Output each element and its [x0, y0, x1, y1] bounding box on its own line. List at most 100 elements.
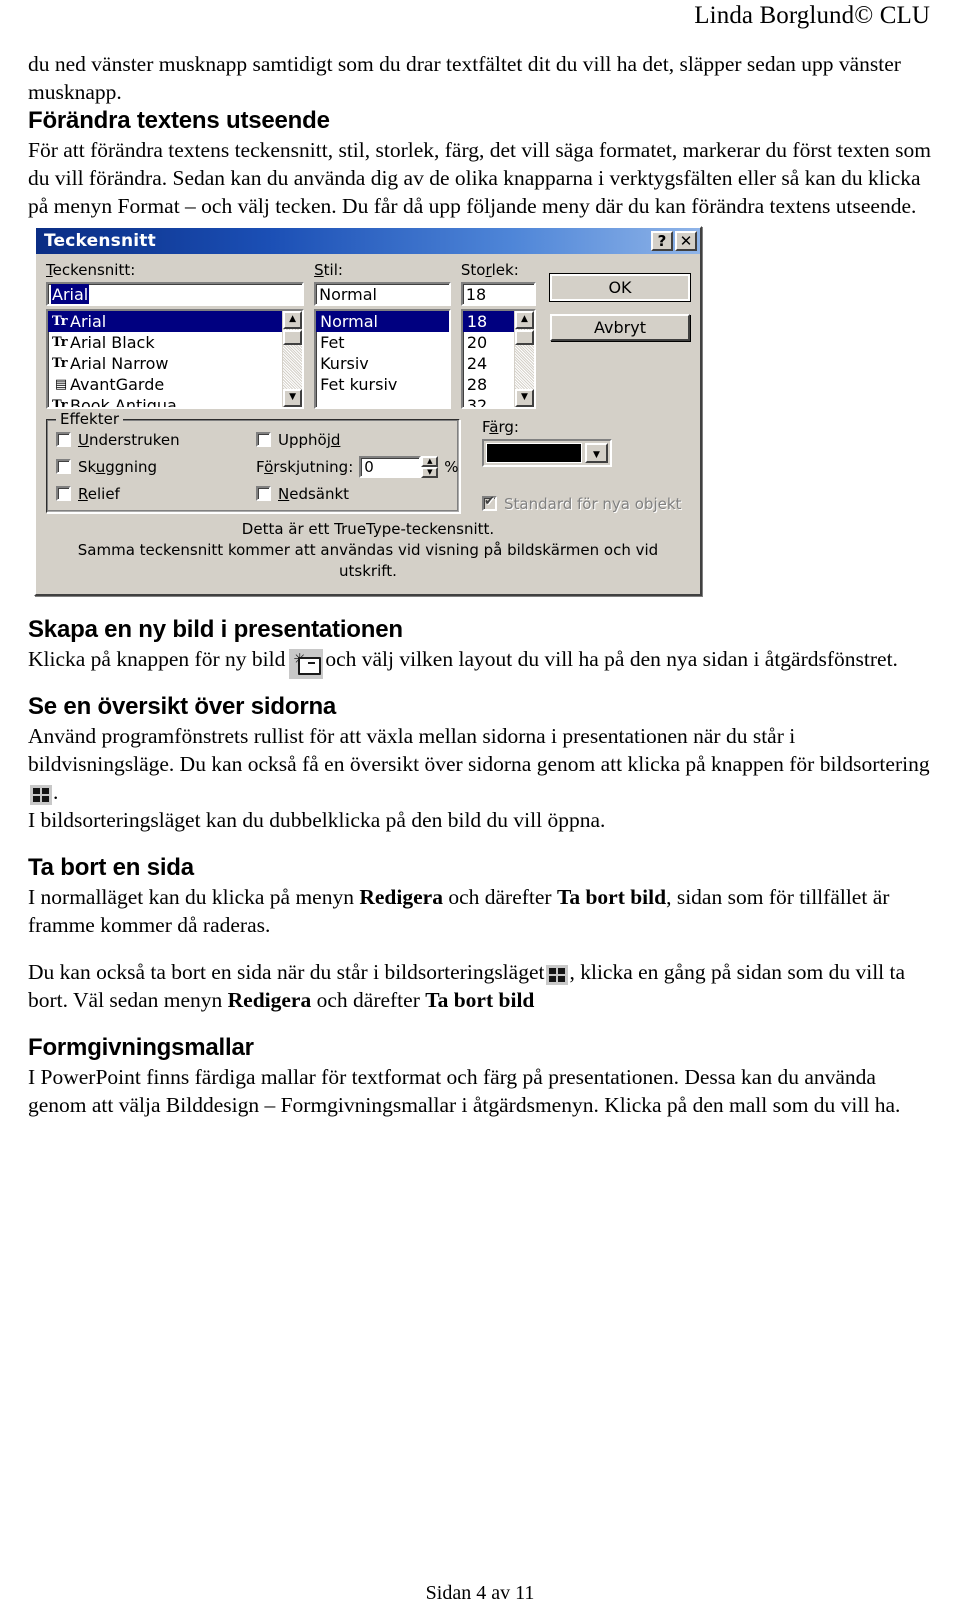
label-rest: ggning	[105, 457, 158, 476]
list-item[interactable]: 20	[463, 332, 514, 353]
list-item[interactable]: 32	[463, 395, 514, 407]
truetype-icon: Tr	[52, 313, 68, 329]
offset-input[interactable]: 0	[359, 455, 422, 478]
new-slide-icon[interactable]: ✳	[289, 648, 324, 679]
scrollbar-track[interactable]	[515, 345, 534, 389]
spinner-down-icon[interactable]: ▼	[421, 466, 439, 478]
tabort-p1-a: I normalläget kan du klicka på menyn	[28, 884, 360, 909]
size-input-value: 18	[465, 284, 487, 304]
checkbox-label: Nedsänkt	[278, 485, 349, 503]
document-footer: Sidan 4 av 11	[0, 1582, 960, 1605]
slide-sorter-icon[interactable]	[30, 785, 52, 806]
style-label-accel: S	[314, 260, 324, 279]
accel-char: N	[278, 484, 290, 503]
style-label-rest: til:	[323, 260, 343, 279]
checkbox-relief[interactable]: Relief	[56, 485, 256, 503]
list-item[interactable]: Tr Arial Black	[48, 332, 282, 353]
size-listbox[interactable]: 18 20 24 28 32 ▲ ▼	[460, 308, 536, 409]
ok-button[interactable]: OK	[549, 272, 691, 302]
paragraph-bildsorteringslaget: I bildsorteringsläget kan du dubbelklick…	[28, 807, 606, 832]
spinner-up-icon[interactable]: ▲	[421, 455, 439, 467]
style-label: Stil:	[314, 260, 451, 279]
style-input[interactable]: Normal	[314, 281, 451, 306]
effects-group: Effekter Understruken Upphöjd Skuggning …	[46, 410, 460, 513]
font-item-label: Arial Narrow	[70, 353, 169, 373]
color-dropdown[interactable]: ▼	[482, 438, 612, 467]
sorter-cell	[42, 796, 49, 803]
close-icon[interactable]: ✕	[675, 230, 697, 251]
sorter-cell	[558, 968, 566, 975]
checkbox-standard-for-nya-objekt[interactable]: Standard för nya objekt	[482, 494, 682, 513]
help-button[interactable]: ?	[651, 230, 673, 251]
menu-redigera: Redigera	[227, 987, 312, 1012]
scroll-up-icon[interactable]: ▲	[283, 310, 303, 329]
font-item-label: Arial	[70, 311, 107, 331]
dialog-titlebar[interactable]: Teckensnitt ? ✕	[36, 227, 700, 254]
list-item[interactable]: Tr Arial	[48, 310, 283, 332]
list-item[interactable]: ▤ AvantGarde	[48, 374, 282, 395]
list-item[interactable]: Normal	[316, 310, 449, 332]
chevron-down-icon[interactable]: ▼	[585, 442, 608, 463]
checkbox-understruken[interactable]: Understruken	[56, 431, 256, 449]
oversikt-text-part2: .	[53, 779, 59, 804]
checkbox-upphojd[interactable]: Upphöjd	[256, 431, 459, 449]
list-item[interactable]: 24	[463, 353, 514, 374]
font-input[interactable]: Arial	[46, 281, 305, 306]
list-item[interactable]: Fet	[316, 332, 449, 353]
font-label: Teckensnitt:	[46, 260, 304, 279]
size-list-scrollbar[interactable]: ▲ ▼	[514, 310, 534, 407]
font-item-label: Arial Black	[70, 332, 155, 352]
style-input-value: Normal	[319, 284, 377, 304]
font-label-accel: T	[46, 260, 53, 279]
effects-grid: Understruken Upphöjd Skuggning Förskjutn…	[56, 431, 459, 503]
size-input[interactable]: 18	[460, 281, 536, 306]
dialog-footer-line1: Detta är ett TrueType-teckensnitt.	[241, 519, 495, 538]
list-item[interactable]: Tr Book Antiqua	[48, 395, 282, 407]
list-item[interactable]: 18	[462, 310, 514, 332]
color-column: Färg: ▼ Standard för nya objekt	[482, 418, 682, 513]
checkbox-nedsankt[interactable]: Nedsänkt	[256, 485, 459, 503]
color-label: Färg:	[482, 418, 682, 436]
label-rest: edsänkt	[289, 484, 350, 503]
size-column: Storlek: 18 18 20 24 28 32 ▲ ▼	[460, 261, 536, 409]
scroll-down-icon[interactable]: ▼	[283, 388, 303, 407]
offset-field[interactable]: Förskjutning: 0 ▲ ▼ %	[256, 455, 459, 478]
offset-label: Förskjutning:	[256, 458, 353, 476]
menu-ta-bort-bild: Ta bort bild	[556, 884, 667, 909]
tabort-p1-b: och därefter	[442, 884, 557, 909]
scroll-down-icon[interactable]: ▼	[515, 388, 534, 407]
checkbox-box	[482, 494, 497, 511]
list-item[interactable]: Tr Arial Narrow	[48, 353, 282, 374]
checkbox-skuggning[interactable]: Skuggning	[56, 456, 256, 478]
font-column: Teckensnitt: Arial Tr Arial Tr Arial Black…	[46, 260, 305, 409]
checkbox-box	[56, 432, 71, 447]
checkbox-label: Relief	[78, 485, 120, 503]
scrollbar-thumb[interactable]	[283, 329, 303, 345]
offset-spinner[interactable]: ▲ ▼	[421, 455, 439, 478]
font-list-scrollbar[interactable]: ▲ ▼	[282, 310, 303, 407]
slide-rect	[298, 656, 322, 675]
printer-font-icon: ▤	[54, 376, 68, 392]
heading-skapa-en-ny-bild: Skapa en ny bild i presentationen	[28, 615, 403, 643]
heading-se-en-oversikt: Se en översikt över sidorna	[28, 692, 337, 720]
scroll-up-icon[interactable]: ▲	[515, 310, 534, 329]
slide-line	[308, 661, 316, 664]
list-item[interactable]: 28	[463, 374, 514, 395]
font-dialog: Teckensnitt ? ✕ Teckensnitt: Arial Tr Ari…	[34, 225, 702, 596]
checkbox-box	[56, 459, 71, 474]
font-listbox[interactable]: Tr Arial Tr Arial Black Tr Arial Narrow ▤ Av…	[46, 308, 305, 409]
effects-group-label: Effekter	[56, 410, 124, 428]
scrollbar-thumb[interactable]	[515, 329, 534, 345]
document-page: Linda Borglund© CLU du ned vänster muskn…	[0, 0, 960, 1619]
style-listbox[interactable]: Normal Fet Kursiv Fet kursiv	[314, 308, 451, 409]
intro-paragraph: du ned vänster musknapp samtidigt som du…	[28, 51, 901, 104]
scrollbar-track[interactable]	[283, 345, 302, 389]
list-item[interactable]: Fet kursiv	[316, 374, 449, 395]
slide-sorter-icon[interactable]	[546, 965, 569, 986]
cancel-button[interactable]: Avbryt	[550, 313, 690, 341]
sorter-cell	[33, 788, 40, 795]
label-a: Upphöj	[278, 430, 331, 449]
list-item[interactable]: Kursiv	[316, 353, 449, 374]
menu-redigera: Redigera	[359, 884, 443, 909]
font-list-items: Tr Arial Tr Arial Black Tr Arial Narrow ▤ Av…	[48, 310, 283, 407]
